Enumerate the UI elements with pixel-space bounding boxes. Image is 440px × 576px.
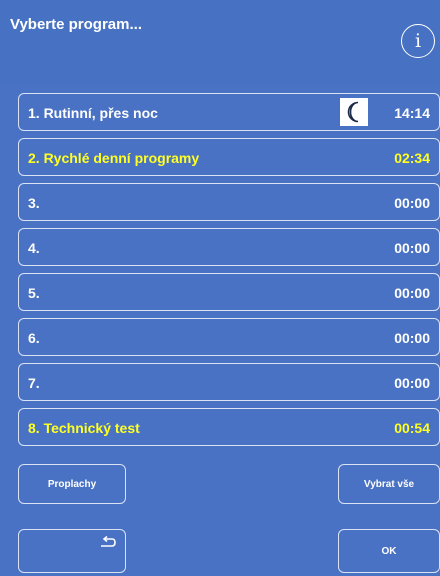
program-time: 00:00 xyxy=(394,240,430,256)
program-row-5[interactable]: 5. 00:00 xyxy=(18,273,440,311)
program-row-2[interactable]: 2. Rychlé denní programy 02:34 xyxy=(18,138,440,176)
info-icon[interactable]: i xyxy=(401,24,435,58)
program-time: 00:00 xyxy=(394,285,430,301)
program-name: 1. Rutinní, přes noc xyxy=(28,105,158,121)
page-title: Vyberte program... xyxy=(10,16,142,33)
program-name: 6. xyxy=(28,330,40,346)
program-row-1[interactable]: 1. Rutinní, přes noc 14:14 xyxy=(18,93,440,131)
program-name: 2. Rychlé denní programy xyxy=(28,150,200,166)
program-time: 02:34 xyxy=(394,150,430,166)
flush-button-label: Proplachy xyxy=(47,478,97,490)
header-bar: Vyberte program... i xyxy=(0,0,440,86)
program-name: 3. xyxy=(28,195,40,211)
ok-button[interactable]: OK xyxy=(338,529,440,573)
select-all-button-label: Vybrat vše xyxy=(363,478,415,490)
info-glyph: i xyxy=(414,30,422,52)
ok-button-label: OK xyxy=(381,545,397,557)
program-name: 4. xyxy=(28,240,40,256)
program-name: 7. xyxy=(28,375,40,391)
program-time: 00:54 xyxy=(394,420,430,436)
program-time: 00:00 xyxy=(394,375,430,391)
program-row-6[interactable]: 6. 00:00 xyxy=(18,318,440,356)
moon-icon[interactable] xyxy=(340,98,368,126)
program-name: 8. Technický test xyxy=(28,420,140,436)
select-all-button[interactable]: Vybrat vše xyxy=(338,464,440,504)
program-time: 00:00 xyxy=(394,195,430,211)
back-arrow-icon xyxy=(101,536,116,547)
flush-button[interactable]: Proplachy xyxy=(18,464,126,504)
program-name: 5. xyxy=(28,285,40,301)
program-time: 00:00 xyxy=(394,330,430,346)
program-row-8[interactable]: 8. Technický test 00:54 xyxy=(18,408,440,446)
program-row-3[interactable]: 3. 00:00 xyxy=(18,183,440,221)
program-row-7[interactable]: 7. 00:00 xyxy=(18,363,440,401)
program-time: 14:14 xyxy=(394,105,430,121)
program-row-4[interactable]: 4. 00:00 xyxy=(18,228,440,266)
back-button[interactable] xyxy=(18,529,126,573)
